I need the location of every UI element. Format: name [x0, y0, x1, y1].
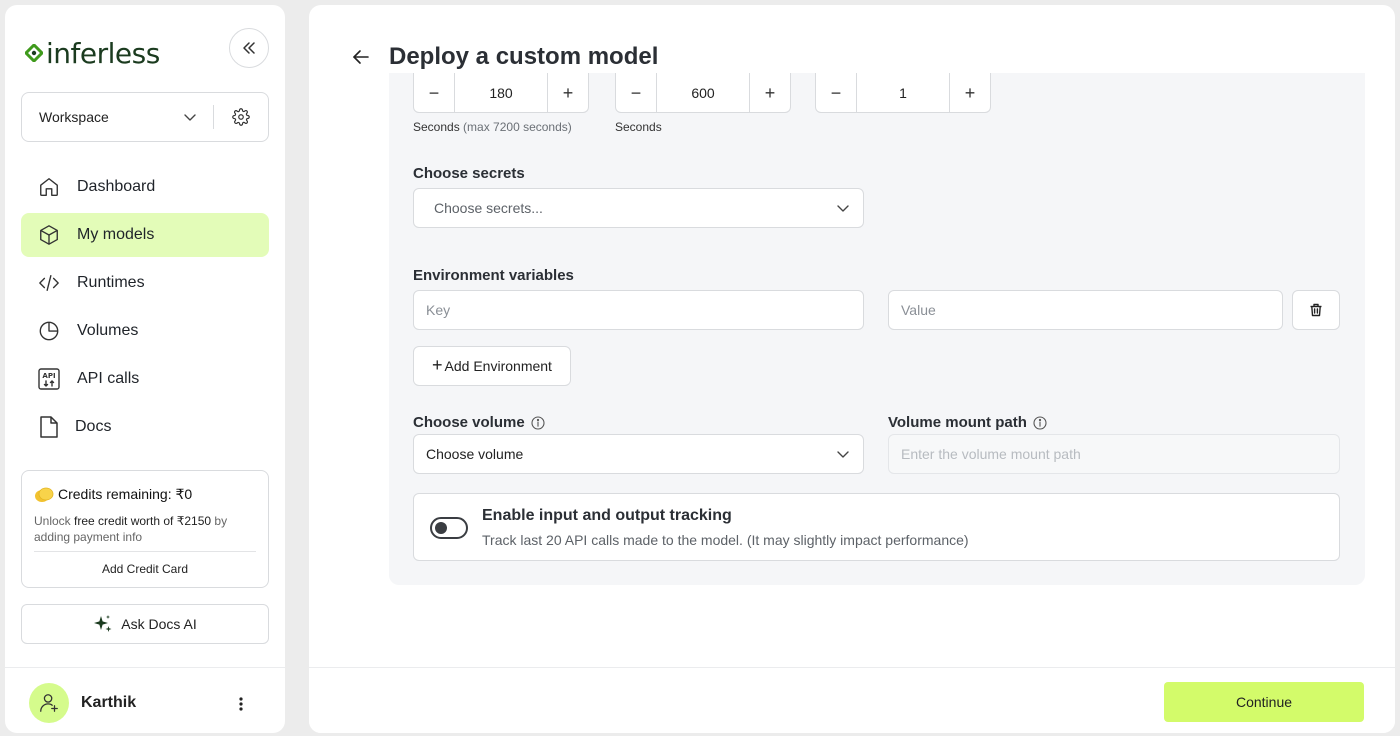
sidebar-item-label: Docs	[75, 418, 112, 435]
decrement-button[interactable]: −	[616, 73, 656, 113]
sidebar-item-label: Dashboard	[77, 178, 156, 195]
env-key-input[interactable]: Key	[413, 290, 864, 330]
sparkle-icon	[94, 615, 112, 632]
ask-docs-ai-button[interactable]: Ask Docs AI	[21, 604, 269, 644]
toggle-knob	[435, 522, 447, 534]
continue-button[interactable]: Continue	[1164, 682, 1364, 722]
volume-mount-path-label: Volume mount path	[888, 414, 1047, 431]
volume-mount-path-input[interactable]: Enter the volume mount path	[888, 434, 1340, 474]
secrets-select[interactable]: Choose secrets...	[413, 188, 864, 228]
svg-text:API: API	[42, 372, 55, 380]
volume-selected: Choose volume	[426, 446, 524, 462]
stepper-value[interactable]: 600	[656, 73, 750, 112]
user-menu-button[interactable]	[231, 692, 251, 716]
code-icon	[37, 271, 61, 295]
env-value-input[interactable]: Value	[888, 290, 1283, 330]
info-icon[interactable]	[531, 415, 545, 430]
increment-button[interactable]: +	[750, 73, 790, 113]
user-add-icon	[40, 694, 58, 712]
gear-icon	[232, 108, 250, 126]
footer-bar: Continue	[309, 667, 1395, 733]
delete-env-button[interactable]	[1292, 290, 1340, 330]
sidebar-item-runtimes[interactable]: Runtimes	[21, 261, 269, 305]
double-chevron-left-icon	[243, 42, 255, 54]
increment-button[interactable]: +	[950, 73, 990, 113]
document-icon	[37, 415, 61, 439]
choose-volume-label: Choose volume	[413, 414, 545, 431]
credits-description: Unlock free credit worth of ₹2150 by add…	[34, 514, 228, 544]
timeout-stepper: − 180 +	[413, 73, 589, 113]
stepper-value[interactable]: 180	[454, 73, 548, 112]
sidebar-nav: Dashboard My models Runtimes Volumes API…	[21, 165, 269, 453]
count-stepper: − 1 +	[815, 73, 991, 113]
chevron-down-icon	[823, 447, 863, 461]
add-environment-label: Add Environment	[444, 358, 552, 374]
ask-docs-ai-label: Ask Docs AI	[121, 616, 197, 632]
tracking-description: Track last 20 API calls made to the mode…	[482, 532, 969, 548]
credits-divider	[34, 551, 256, 552]
decrement-button[interactable]: −	[816, 73, 856, 113]
sidebar-item-api-calls[interactable]: API API calls	[21, 357, 269, 401]
tracking-title: Enable input and output tracking	[482, 507, 732, 524]
second-duration-stepper: − 600 +	[615, 73, 791, 113]
page-title: Deploy a custom model	[389, 43, 659, 70]
inferless-logo[interactable]: inferless	[25, 35, 160, 71]
home-icon	[37, 175, 61, 199]
api-icon: API	[37, 367, 61, 391]
credits-card: Credits remaining: ₹0 Unlock free credit…	[21, 470, 269, 588]
add-environment-button[interactable]: + Add Environment	[413, 346, 571, 386]
workspace-settings-button[interactable]	[214, 93, 268, 141]
pie-chart-icon	[37, 319, 61, 343]
tracking-card: Enable input and output tracking Track l…	[413, 493, 1340, 561]
back-button[interactable]	[349, 45, 373, 69]
coins-icon	[35, 487, 54, 502]
sidebar: inferless Workspace Dashboard My models …	[5, 5, 285, 733]
credits-title-row: Credits remaining: ₹0	[34, 486, 192, 503]
sidebar-item-docs[interactable]: Docs	[21, 405, 269, 449]
sidebar-item-label: Volumes	[77, 322, 139, 339]
logo-mark-icon	[25, 44, 43, 62]
increment-button[interactable]: +	[548, 73, 588, 113]
logo-text: inferless	[46, 36, 160, 70]
cube-icon	[37, 223, 61, 247]
stepper-hint: Seconds (max 7200 seconds)	[413, 120, 572, 134]
secrets-placeholder: Choose secrets...	[434, 200, 543, 216]
add-credit-card-button[interactable]: Add Credit Card	[22, 562, 268, 576]
collapse-sidebar-button[interactable]	[229, 28, 269, 68]
arrow-left-icon	[353, 50, 369, 64]
user-name: Karthik	[81, 694, 137, 711]
sidebar-item-label: API calls	[77, 370, 140, 387]
form-panel: − 180 + Seconds (max 7200 seconds) − 600…	[389, 73, 1365, 585]
stepper-hint: Seconds	[615, 120, 662, 134]
user-bar: Karthik	[5, 667, 285, 733]
avatar[interactable]	[29, 683, 69, 723]
decrement-button[interactable]: −	[414, 73, 454, 113]
sidebar-item-dashboard[interactable]: Dashboard	[21, 165, 269, 209]
workspace-label: Workspace	[39, 109, 109, 125]
sidebar-item-label: Runtimes	[77, 274, 145, 291]
info-icon[interactable]	[1033, 415, 1047, 430]
more-vertical-icon	[239, 697, 243, 711]
tracking-toggle[interactable]	[430, 517, 468, 539]
chevron-down-icon	[823, 201, 863, 215]
stepper-value[interactable]: 1	[856, 73, 950, 112]
sidebar-item-label: My models	[77, 226, 155, 243]
main-content: Deploy a custom model − 180 + Seconds (m…	[309, 5, 1395, 733]
sidebar-item-volumes[interactable]: Volumes	[21, 309, 269, 353]
credits-title: Credits remaining: ₹0	[58, 486, 193, 502]
trash-icon	[1310, 303, 1322, 317]
chevron-down-icon	[173, 110, 207, 124]
secrets-label: Choose secrets	[413, 165, 525, 182]
sidebar-item-my-models[interactable]: My models	[21, 213, 269, 257]
volume-select[interactable]: Choose volume	[413, 434, 864, 474]
plus-icon: +	[432, 354, 443, 375]
environment-variables-label: Environment variables	[413, 267, 574, 284]
workspace-selector[interactable]: Workspace	[21, 92, 269, 142]
